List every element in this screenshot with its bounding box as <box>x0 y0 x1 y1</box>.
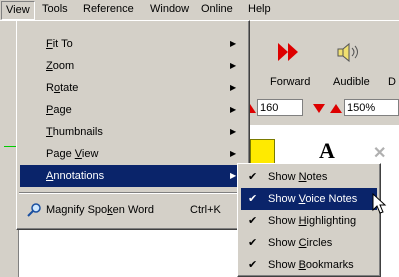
view-menu: Fit To ▶ Zoom ▶ Rotate ▶ Page ▶ Thumbnai… <box>16 20 250 230</box>
menu-item-magnify-spoken-word[interactable]: Magnify Spoken Word Ctrl+K <box>20 199 246 221</box>
menu-item-thumbnails[interactable]: Thumbnails ▶ <box>20 121 246 143</box>
zoom-down-arrow-icon[interactable] <box>312 101 326 115</box>
menu-item-annotations[interactable]: Annotations ▶ <box>20 165 246 187</box>
toolbar-label-cut: D <box>388 76 396 88</box>
menu-window[interactable]: Window <box>146 0 193 19</box>
submenu-item-show-circles[interactable]: ✔ Show Circles <box>241 232 377 254</box>
menu-online[interactable]: Online <box>197 0 237 19</box>
checkmark-icon: ✔ <box>248 237 258 249</box>
menu-bar: View Tools Reference Window Online Help <box>0 0 399 21</box>
audible-label[interactable]: Audible <box>333 76 370 88</box>
magnify-shortcut: Ctrl+K <box>190 204 221 216</box>
menu-tools[interactable]: Tools <box>38 0 72 19</box>
submenu-item-show-bookmarks[interactable]: ✔ Show Bookmarks <box>241 254 377 276</box>
menu-reference[interactable]: Reference <box>79 0 138 19</box>
submenu-item-show-notes[interactable]: ✔ Show Notes <box>241 166 377 188</box>
menu-item-fit-to[interactable]: Fit To ▶ <box>20 33 246 55</box>
submenu-item-show-voice-notes[interactable]: ✔ Show Voice Notes <box>241 188 377 210</box>
erase-icon[interactable]: ✕ <box>373 143 386 163</box>
checkmark-icon: ✔ <box>248 215 258 227</box>
checkmark-icon: ✔ <box>248 193 258 205</box>
menu-separator <box>19 192 247 194</box>
zoom-up-arrow-icon[interactable] <box>329 101 343 115</box>
menu-item-rotate[interactable]: Rotate ▶ <box>20 77 246 99</box>
menu-view[interactable]: View <box>1 1 35 20</box>
submenu-item-show-highlighting[interactable]: ✔ Show Highlighting <box>241 210 377 232</box>
checkmark-icon: ✔ <box>248 259 258 271</box>
forward-icon[interactable] <box>276 41 302 63</box>
zoom-field[interactable]: 150% <box>344 99 399 116</box>
mouse-cursor-icon <box>372 193 387 214</box>
menu-help[interactable]: Help <box>244 0 275 19</box>
annotations-submenu: ✔ Show Notes ✔ Show Voice Notes ✔ Show H… <box>237 163 381 277</box>
menu-item-page[interactable]: Page ▶ <box>20 99 246 121</box>
menu-item-zoom[interactable]: Zoom ▶ <box>20 55 246 77</box>
magnifier-icon <box>27 203 41 217</box>
page-number-field[interactable]: 160 <box>257 99 303 116</box>
text-icon[interactable]: A <box>319 138 335 164</box>
speaker-icon[interactable] <box>336 41 362 63</box>
forward-label[interactable]: Forward <box>270 76 310 88</box>
menu-item-page-view[interactable]: Page View ▶ <box>20 143 246 165</box>
checkmark-icon: ✔ <box>248 171 258 183</box>
